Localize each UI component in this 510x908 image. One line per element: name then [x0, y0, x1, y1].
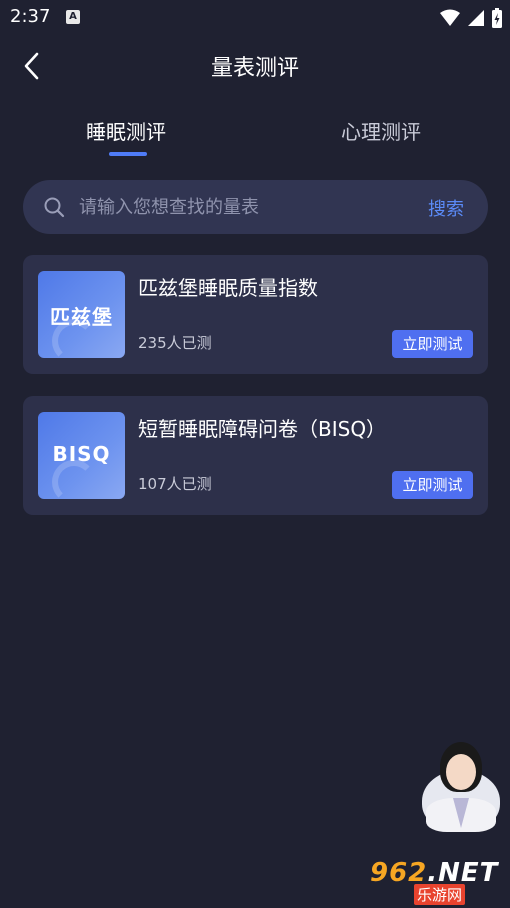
- scale-card[interactable]: BISQ 短暂睡眠障碍问卷（BISQ） 107人已测 立即测试: [23, 396, 488, 515]
- signal-icon: [468, 10, 484, 26]
- scale-title: 短暂睡眠障碍问卷（BISQ）: [138, 417, 387, 441]
- assistant-face: [446, 754, 476, 790]
- status-icons: [440, 8, 502, 28]
- start-test-button[interactable]: 立即测试: [392, 471, 473, 499]
- scale-card[interactable]: 匹兹堡 匹兹堡睡眠质量指数 235人已测 立即测试: [23, 255, 488, 374]
- status-bar: 2:37 A: [0, 0, 510, 36]
- notification-icon: A: [66, 10, 80, 24]
- tab-sleep-assessment[interactable]: 睡眠测评: [86, 116, 166, 145]
- scale-tested-count: 235人已测: [138, 334, 212, 352]
- battery-charging-icon: [492, 8, 502, 28]
- page-title: 量表测评: [210, 56, 299, 81]
- tab-psych-assessment[interactable]: 心理测评: [341, 116, 421, 145]
- scale-thumbnail: BISQ: [38, 412, 125, 499]
- scale-title: 匹兹堡睡眠质量指数: [138, 276, 318, 300]
- tab-active-indicator: [109, 152, 147, 156]
- thumbnail-label: 匹兹堡: [50, 305, 113, 329]
- tab-bar: 睡眠测评 心理测评: [0, 112, 510, 158]
- search-button[interactable]: 搜索: [428, 195, 464, 221]
- thumbnail-label: BISQ: [52, 442, 111, 466]
- search-bar: 搜索: [23, 180, 488, 234]
- search-input[interactable]: [79, 192, 409, 222]
- watermark-sub-text: 乐游网: [414, 884, 466, 905]
- start-test-button[interactable]: 立即测试: [392, 330, 473, 358]
- screen: 2:37 A 量表测评 睡眠测评 心理测评 请输入您想查找的量表 搜索 匹兹堡 …: [0, 0, 510, 908]
- scale-thumbnail: 匹兹堡: [38, 271, 125, 358]
- search-icon: [44, 197, 65, 218]
- scale-tested-count: 107人已测: [138, 475, 212, 493]
- watermark-logo: 962.NET 乐游网: [370, 858, 506, 905]
- status-time: 2:37: [10, 6, 51, 27]
- wifi-icon: [440, 9, 460, 26]
- assistant-avatar-button[interactable]: [420, 742, 502, 834]
